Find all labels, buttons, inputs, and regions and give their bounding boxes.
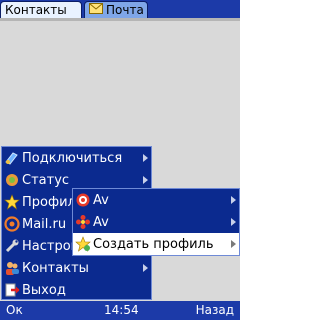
mailru-icon — [4, 216, 20, 232]
menu-item-status-label: Статус — [22, 172, 70, 188]
submenu-item-create-profile[interactable]: Создать профиль — [73, 233, 239, 255]
submenu-item-av-2-label: Av — [93, 214, 109, 230]
wrench-icon — [4, 238, 20, 254]
submenu-arrow-icon — [231, 218, 236, 226]
submenu-item-av-1[interactable]: Av — [73, 189, 239, 211]
create-star-icon — [75, 236, 91, 252]
softkey-bar: Ок 14:54 Назад — [0, 301, 240, 320]
menu-item-exit[interactable]: Выход — [2, 279, 151, 301]
profile-star-icon — [4, 194, 20, 210]
exit-icon — [4, 282, 20, 298]
tab-mail[interactable]: Почта — [84, 1, 148, 18]
connect-icon — [4, 150, 20, 166]
tab-mail-label: Почта — [106, 3, 144, 17]
softkey-ok[interactable]: Ок — [6, 303, 23, 317]
tab-contacts[interactable]: Контакты — [0, 1, 82, 18]
profile-submenu: Av Av Создать профиль — [72, 188, 240, 256]
content-top-edge — [0, 18, 240, 21]
envelope-icon — [89, 3, 103, 17]
submenu-item-av-2[interactable]: Av — [73, 211, 239, 233]
submenu-item-create-profile-label: Создать профиль — [93, 236, 214, 252]
menu-item-profile-label: Профил — [22, 194, 76, 210]
submenu-arrow-icon — [143, 154, 148, 162]
clock-label: 14:54 — [104, 303, 139, 317]
submenu-arrow-icon — [231, 196, 236, 204]
menu-item-mailru-label: Mail.ru — [22, 216, 67, 232]
status-icon — [4, 172, 20, 188]
av-target-icon — [75, 192, 91, 208]
tab-bar: Контакты Почта — [0, 0, 240, 18]
av-flower-icon — [75, 214, 91, 230]
menu-item-settings-label: Настрой — [22, 238, 80, 254]
submenu-arrow-icon — [231, 240, 236, 248]
softkey-back[interactable]: Назад — [196, 303, 234, 317]
menu-item-connect-label: Подключиться — [22, 150, 123, 166]
contacts-icon — [4, 260, 20, 276]
menu-item-connect[interactable]: Подключиться — [2, 147, 151, 169]
menu-item-contacts[interactable]: Контакты — [2, 257, 151, 279]
submenu-item-av-1-label: Av — [93, 192, 109, 208]
submenu-arrow-icon — [143, 264, 148, 272]
submenu-arrow-icon — [143, 176, 148, 184]
tab-contacts-label: Контакты — [5, 3, 67, 17]
menu-item-contacts-label: Контакты — [22, 260, 89, 276]
menu-item-exit-label: Выход — [22, 282, 66, 298]
